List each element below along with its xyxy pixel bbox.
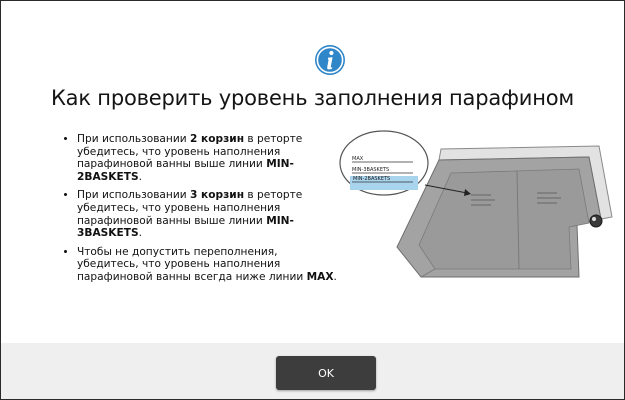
min2-level-label: MIN-2BASKETS — [353, 176, 390, 182]
instruction-emphasis: MAX — [306, 270, 334, 283]
instruction-text: . — [138, 227, 142, 240]
instruction-emphasis: 2 корзин — [190, 133, 245, 145]
instruction-list: При использовании 2 корзин в реторте убе… — [63, 133, 339, 290]
dialog-title: Как проверить уровень заполнения парафин… — [50, 86, 575, 110]
ok-button[interactable]: OK — [276, 356, 376, 390]
instruction-text: . — [333, 270, 337, 283]
info-icon — [315, 45, 345, 75]
instruction-text: При использовании — [77, 133, 190, 145]
instruction-text: . — [138, 170, 142, 183]
instruction-item: Чтобы не допустить переполнения, убедите… — [77, 246, 339, 284]
info-dialog: Как проверить уровень заполнения парафин… — [0, 0, 625, 400]
instruction-emphasis: 3 корзин — [190, 189, 245, 202]
paraffin-bath-illustration: MAX MIN-3BASKETS MIN-2BASKETS — [339, 130, 613, 278]
instruction-item: При использовании 3 корзин в реторте убе… — [77, 189, 339, 239]
instruction-text: При использовании — [77, 189, 190, 202]
instruction-text: Чтобы не допустить переполнения, убедите… — [77, 245, 307, 283]
instruction-item: При использовании 2 корзин в реторте убе… — [77, 133, 339, 183]
min3-level-label: MIN-3BASKETS — [352, 167, 389, 173]
max-level-label: MAX — [352, 156, 364, 162]
